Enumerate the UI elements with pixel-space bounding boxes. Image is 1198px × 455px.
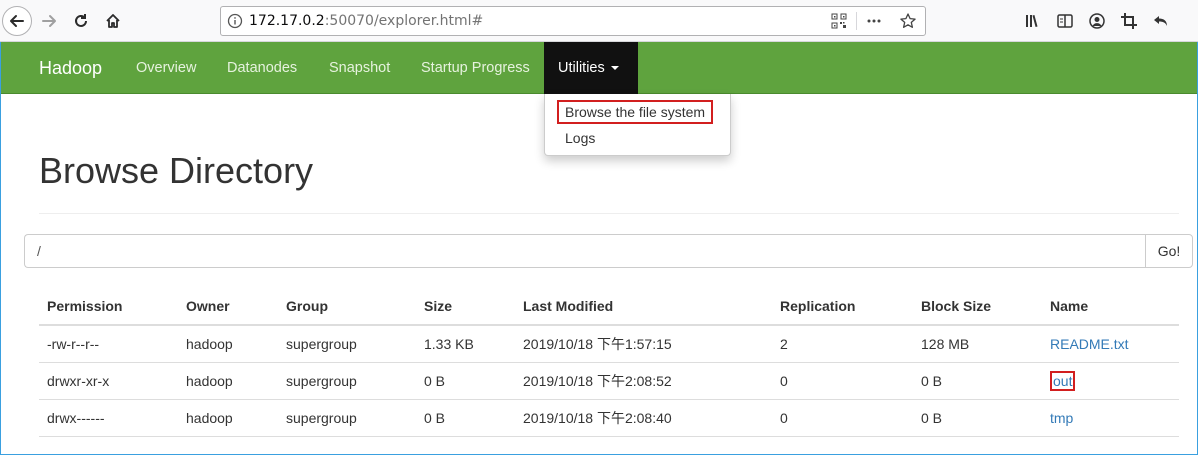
nav-startup-progress[interactable]: Startup Progress [421, 42, 530, 94]
url-path: :50070/explorer.html# [324, 13, 484, 29]
cell-size: 0 B [416, 362, 515, 400]
caret-down-icon [610, 66, 619, 71]
cell-name: tmp [1042, 399, 1179, 437]
nav-overview[interactable]: Overview [136, 42, 196, 94]
cell-size: 0 B [416, 399, 515, 437]
cell-replication: 0 [772, 399, 913, 437]
col-block-size[interactable]: Block Size [913, 288, 1042, 326]
qr-code-icon[interactable] [822, 7, 856, 35]
col-owner[interactable]: Owner [178, 288, 278, 326]
col-last-modified[interactable]: Last Modified [515, 288, 772, 326]
reader-icon[interactable] [1050, 6, 1080, 36]
home-icon[interactable] [98, 6, 128, 36]
browser-toolbar: 172.17.0.2:50070/explorer.html# [0, 0, 1198, 42]
cell-group: supergroup [278, 325, 416, 363]
reload-icon[interactable] [66, 6, 96, 36]
cell-last-modified: 2019/10/18 下午1:57:15 [515, 325, 772, 363]
brand-hadoop[interactable]: Hadoop [39, 42, 102, 94]
url-host: 172.17.0.2 [249, 13, 325, 29]
forward-icon[interactable] [34, 6, 64, 36]
col-group[interactable]: Group [278, 288, 416, 326]
cell-name: README.txt [1042, 325, 1179, 363]
col-size[interactable]: Size [416, 288, 515, 326]
table-header-row: Permission Owner Group Size Last Modifie… [39, 288, 1179, 326]
cell-last-modified: 2019/10/18 下午2:08:52 [515, 362, 772, 400]
table-row: drwx------ hadoop supergroup 0 B 2019/10… [39, 399, 1179, 437]
directory-path-input[interactable]: / [24, 234, 1146, 268]
cell-last-modified: 2019/10/18 下午2:08:40 [515, 399, 772, 437]
go-button[interactable]: Go! [1145, 234, 1193, 268]
more-icon[interactable] [857, 7, 891, 35]
divider [39, 213, 1179, 214]
cell-block-size: 0 B [913, 399, 1042, 437]
nav-utilities-label: Utilities [558, 60, 605, 76]
col-name[interactable]: Name [1042, 288, 1179, 326]
star-icon[interactable] [891, 7, 925, 35]
url-actions [822, 7, 925, 35]
cell-block-size: 128 MB [913, 325, 1042, 363]
cell-owner: hadoop [178, 399, 278, 437]
file-link-readme[interactable]: README.txt [1050, 336, 1129, 352]
cell-owner: hadoop [178, 362, 278, 400]
cell-permission: drwxr-xr-x [39, 362, 178, 400]
col-permission[interactable]: Permission [39, 288, 178, 326]
hadoop-navbar: Hadoop Overview Datanodes Snapshot Start… [1, 42, 1197, 94]
cell-name: out [1042, 362, 1179, 400]
library-icon[interactable] [1018, 6, 1048, 36]
cell-permission: drwx------ [39, 399, 178, 437]
cell-owner: hadoop [178, 325, 278, 363]
cell-group: supergroup [278, 362, 416, 400]
back-icon[interactable] [2, 6, 32, 36]
menu-logs[interactable]: Logs [565, 130, 595, 146]
info-icon[interactable] [221, 13, 249, 29]
utilities-dropdown: Browse the file system Logs [544, 94, 731, 156]
table-row: drwxr-xr-x hadoop supergroup 0 B 2019/10… [39, 362, 1179, 400]
table-row: -rw-r--r-- hadoop supergroup 1.33 KB 201… [39, 325, 1179, 363]
cell-replication: 0 [772, 362, 913, 400]
url-text[interactable]: 172.17.0.2:50070/explorer.html# [249, 13, 483, 29]
crop-icon[interactable] [1114, 6, 1144, 36]
undo-icon[interactable] [1146, 6, 1176, 36]
dir-link-out[interactable]: out [1050, 370, 1076, 391]
file-table: Permission Owner Group Size Last Modifie… [39, 288, 1179, 437]
menu-browse-file-system[interactable]: Browse the file system [557, 100, 714, 124]
account-icon[interactable] [1082, 6, 1112, 36]
cell-size: 1.33 KB [416, 325, 515, 363]
url-bar[interactable]: 172.17.0.2:50070/explorer.html# [220, 6, 926, 36]
cell-block-size: 0 B [913, 362, 1042, 400]
cell-permission: -rw-r--r-- [39, 325, 178, 363]
col-replication[interactable]: Replication [772, 288, 913, 326]
cell-group: supergroup [278, 399, 416, 437]
nav-datanodes[interactable]: Datanodes [227, 42, 297, 94]
nav-snapshot[interactable]: Snapshot [329, 42, 390, 94]
nav-utilities[interactable]: Utilities [544, 42, 638, 94]
page-title: Browse Directory [39, 150, 314, 191]
dir-link-tmp[interactable]: tmp [1050, 410, 1073, 426]
cell-replication: 2 [772, 325, 913, 363]
